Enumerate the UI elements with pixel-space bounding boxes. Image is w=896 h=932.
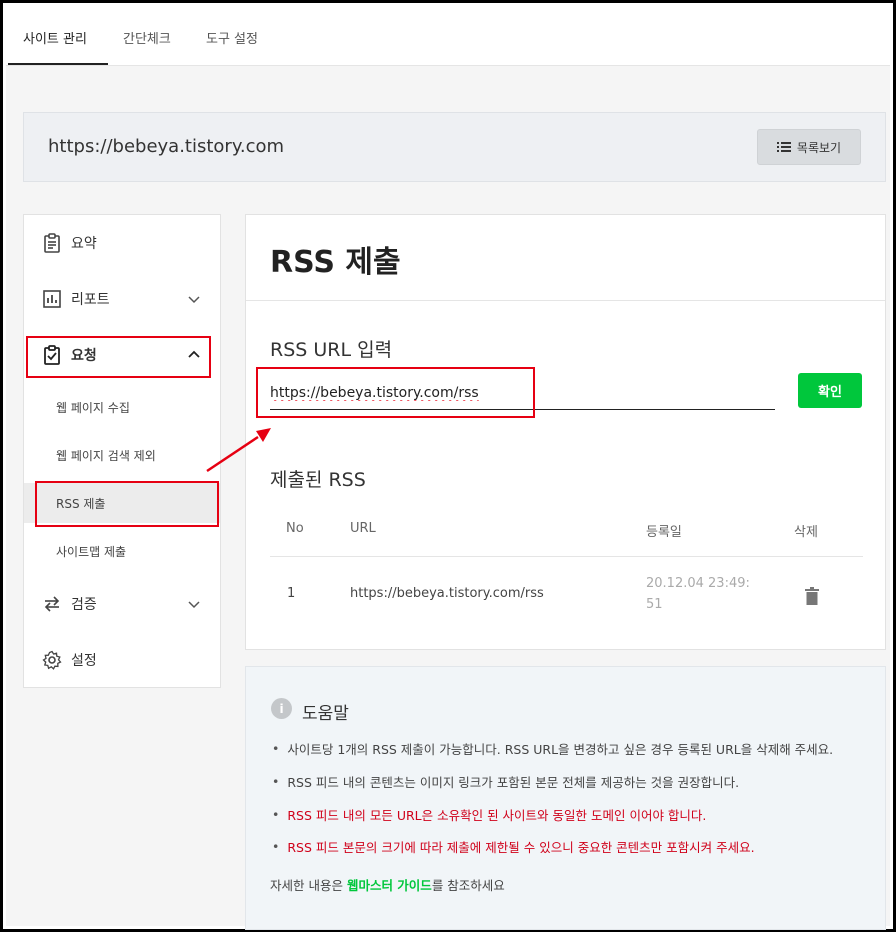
sidebar-item-settings[interactable]: 설정 [24,640,220,680]
help-bullet-warning: RSS 피드 내의 모든 URL은 소유확인 된 사이트와 동일한 도메인 이어… [272,805,706,824]
table-header-delete: 삭제 [794,525,818,540]
list-view-label: 목록보기 [796,140,842,155]
gear-icon [42,650,62,670]
site-url: https://bebeya.tistory.com [48,136,285,157]
sidebar: 요약 리포트 요청 웹 페이지 수집 웹 페이지 검색 제외 RSS 제출 사이… [23,214,221,688]
help-bullet: 사이트당 1개의 RSS 제출이 가능합니다. RSS URL을 변경하고 싶은… [272,739,833,758]
row-date-line2: 51 [646,597,663,612]
annotation-box-rss-submit [35,481,219,527]
main-panel: RSS 제출 RSS URL 입력 확인 제출된 RSS No URL 등록일 … [245,214,886,650]
help-footer-prefix: 자세한 내용은 [270,878,347,893]
sidebar-subitem-label: 사이트맵 제출 [56,544,127,559]
sidebar-subitem-label: 웹 페이지 수집 [56,400,130,415]
table-divider [270,556,863,557]
sidebar-item-label: 설정 [71,653,97,669]
info-icon: i [271,698,292,719]
table-header-no: No [286,521,304,536]
help-panel: i 도움말 사이트당 1개의 RSS 제출이 가능합니다. RSS URL을 변… [245,666,886,930]
annotation-box-rss-input [256,367,535,418]
sidebar-subitem-sitemap-submit[interactable]: 사이트맵 제출 [24,531,220,571]
annotation-box-request [26,336,211,378]
table-header-url: URL [350,521,376,536]
chevron-down-icon [188,296,200,304]
tab-quick-check[interactable]: 간단체크 [123,28,171,47]
site-bar: https://bebeya.tistory.com 목록보기 [23,112,886,182]
sidebar-item-label: 검증 [71,597,97,613]
row-url: https://bebeya.tistory.com/rss [350,586,544,601]
row-date: 20.12.04 23:49: 51 [646,573,750,615]
title-divider [246,300,885,301]
sidebar-item-label: 리포트 [71,292,110,308]
sync-arrows-icon [44,596,60,612]
sidebar-item-report[interactable]: 리포트 [24,279,220,319]
sidebar-item-label: 요약 [71,236,97,252]
row-no: 1 [287,586,296,601]
webmaster-guide-link[interactable]: 웹마스터 가이드 [347,878,432,893]
sidebar-subitem-page-crawl[interactable]: 웹 페이지 수집 [24,387,220,427]
trash-icon[interactable] [805,587,819,605]
help-footer-suffix: 를 참조하세요 [431,878,505,893]
chevron-down-icon [188,601,200,609]
row-date-line1: 20.12.04 23:49: [646,576,750,591]
help-bullet: RSS 피드 내의 콘텐츠는 이미지 링크가 포함된 본문 전체를 제공하는 것… [272,772,739,791]
sidebar-item-summary[interactable]: 요약 [24,223,220,263]
submitted-rss-label: 제출된 RSS [270,469,366,491]
active-tab-underline [8,63,108,65]
list-view-button[interactable]: 목록보기 [757,129,861,165]
sidebar-subitem-label: 웹 페이지 검색 제외 [56,448,156,463]
confirm-button[interactable]: 확인 [798,373,862,408]
top-tab-bar: 사이트 관리 간단체크 도구 설정 [6,6,890,66]
table-header-date: 등록일 [646,525,682,540]
list-icon [776,142,791,152]
sidebar-subitem-page-exclude[interactable]: 웹 페이지 검색 제외 [24,435,220,475]
tab-site-management[interactable]: 사이트 관리 [23,28,87,47]
page-title: RSS 제출 [270,245,401,280]
help-bullet-warning: RSS 피드 본문의 크기에 따라 제출에 제한될 수 있으니 중요한 콘텐츠만… [272,837,754,856]
clipboard-icon [44,233,60,253]
tab-tool-settings[interactable]: 도구 설정 [206,28,258,47]
help-title: 도움말 [302,704,349,724]
sidebar-item-verify[interactable]: 검증 [24,584,220,624]
help-footer: 자세한 내용은 웹마스터 가이드를 참조하세요 [270,875,505,894]
rss-url-label: RSS URL 입력 [270,339,393,361]
bar-chart-icon [43,290,61,308]
